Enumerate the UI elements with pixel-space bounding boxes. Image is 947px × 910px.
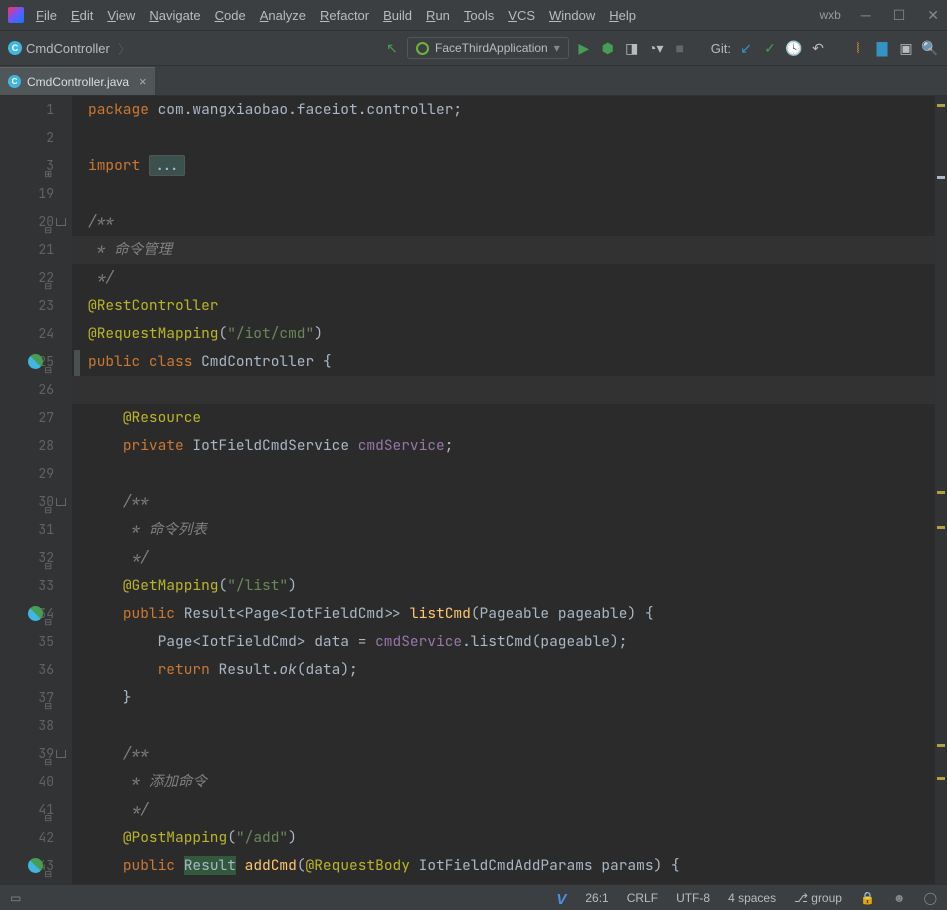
toolbar: C CmdController 〉 ↖ FaceThirdApplication… [0, 30, 947, 66]
git-update-icon[interactable]: ↙ [737, 39, 755, 57]
memory-icon[interactable]: ◯ [924, 891, 937, 905]
git-branch[interactable]: ⎇ group [794, 891, 842, 905]
menu-analyze[interactable]: Analyze [260, 8, 306, 23]
indent-setting[interactable]: 4 spaces [728, 891, 776, 905]
lock-icon[interactable]: 🔒 [860, 891, 875, 905]
menu-build[interactable]: Build [383, 8, 412, 23]
class-icon: C [8, 75, 21, 88]
search-icon[interactable]: 🔍 [921, 39, 939, 57]
git-commit-icon[interactable]: ✓ [761, 39, 779, 57]
folder-icon[interactable]: ▇ [873, 39, 891, 57]
breadcrumb-text: CmdController [26, 41, 110, 56]
tab-cmdcontroller[interactable]: C CmdController.java × [0, 67, 155, 95]
project-name: wxb [819, 8, 840, 22]
code-area[interactable]: package com.wangxiaobao.faceiot.controll… [72, 96, 935, 884]
menu-edit[interactable]: Edit [71, 8, 93, 23]
menu-window[interactable]: Window [549, 8, 595, 23]
profile-icon[interactable]: ◔▾ [647, 39, 665, 57]
file-encoding[interactable]: UTF-8 [676, 891, 710, 905]
git-label: Git: [711, 41, 731, 56]
main-menu: File Edit View Navigate Code Analyze Refactor B… [36, 8, 636, 23]
git-history-icon[interactable]: 🕓 [785, 39, 803, 57]
close-icon[interactable]: ✕ [927, 7, 939, 24]
tab-label: CmdController.java [27, 75, 129, 89]
run-icon[interactable]: ▶ [575, 39, 593, 57]
maximize-icon[interactable]: ☐ [893, 7, 906, 24]
coverage-icon[interactable]: ◨ [623, 39, 641, 57]
menu-tools[interactable]: Tools [464, 8, 494, 23]
menu-vcs[interactable]: VCS [508, 8, 535, 23]
git-revert-icon[interactable]: ↶ [809, 39, 827, 57]
status-bar: ▭ V 26:1 CRLF UTF-8 4 spaces ⎇ group 🔒 ☻… [0, 884, 947, 910]
menu-code[interactable]: Code [215, 8, 246, 23]
line-separator[interactable]: CRLF [627, 891, 658, 905]
tool-window-icon[interactable]: ▭ [10, 891, 21, 905]
run-config-name: FaceThirdApplication [435, 41, 548, 55]
vim-icon[interactable]: V [556, 891, 567, 905]
breadcrumb[interactable]: C CmdController 〉 [8, 39, 135, 58]
editor: 123⊞1920⊟2122⊟232425⊟2627282930⊟3132⊟333… [0, 96, 947, 884]
marker-stripe[interactable] [935, 96, 947, 884]
menu-file[interactable]: File [36, 8, 57, 23]
spring-icon [416, 42, 429, 55]
menu-navigate[interactable]: Navigate [149, 8, 200, 23]
close-tab-icon[interactable]: × [139, 74, 147, 89]
stop-icon[interactable]: ■ [671, 39, 689, 57]
build-icon[interactable]: ↖ [383, 39, 401, 57]
gutter[interactable]: 123⊞1920⊟2122⊟232425⊟2627282930⊟3132⊟333… [0, 96, 72, 884]
app-logo-icon [8, 7, 24, 23]
class-icon: C [8, 41, 22, 55]
menu-view[interactable]: View [107, 8, 135, 23]
run-configuration[interactable]: FaceThirdApplication ▾ [407, 37, 569, 59]
menu-refactor[interactable]: Refactor [320, 8, 369, 23]
title-bar: File Edit View Navigate Code Analyze Refactor B… [0, 0, 947, 30]
menu-help[interactable]: Help [609, 8, 636, 23]
debug-icon[interactable]: ⬢ [599, 39, 617, 57]
code-with-me-icon[interactable]: ⦚ [849, 39, 867, 57]
cursor-position[interactable]: 26:1 [585, 891, 608, 905]
hector-icon[interactable]: ☻ [893, 891, 906, 905]
minimize-icon[interactable]: ─ [861, 7, 871, 24]
editor-tabs: C CmdController.java × [0, 66, 947, 96]
structure-icon[interactable]: ▣ [897, 39, 915, 57]
menu-run[interactable]: Run [426, 8, 450, 23]
